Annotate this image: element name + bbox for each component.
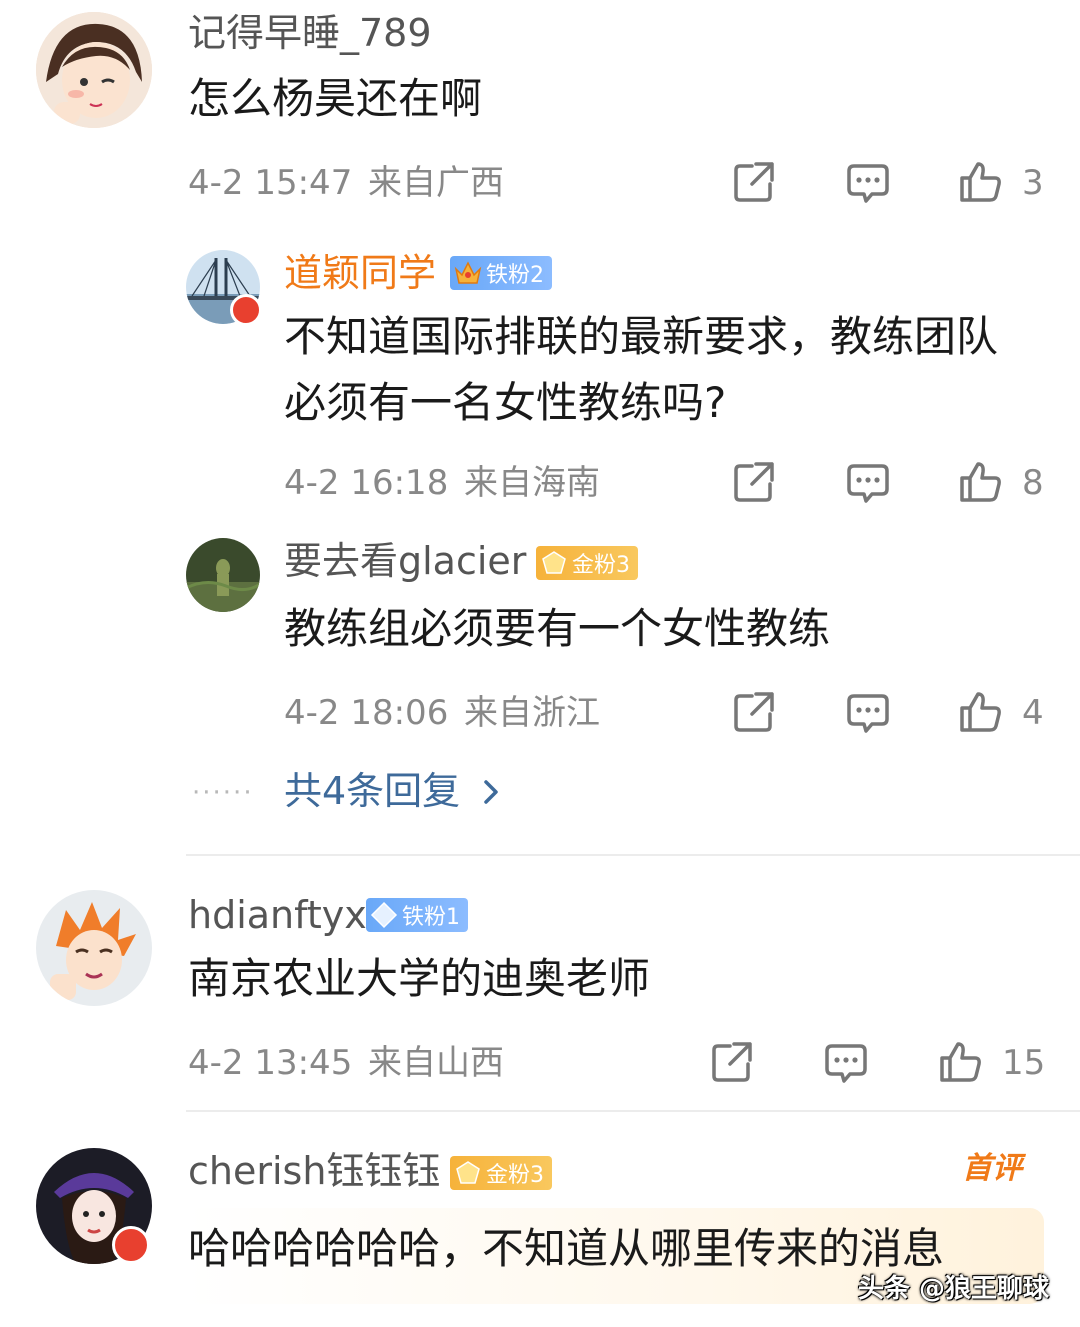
- chevron-right-icon[interactable]: [480, 776, 502, 808]
- like-icon[interactable]: [958, 460, 1002, 504]
- more-replies-link[interactable]: 共4条回复: [284, 772, 460, 810]
- like-icon[interactable]: [958, 690, 1002, 734]
- fan-badge-label: 铁粉2: [486, 263, 544, 288]
- comment-text: 怎么杨昊还在啊: [188, 74, 483, 123]
- comment-text: 哈哈哈哈哈哈，不知道从哪里传来的消息: [188, 1224, 945, 1273]
- comment-location: 来自山西: [368, 1043, 504, 1083]
- fan-badge: 铁粉1: [366, 898, 468, 932]
- fan-badge-label: 金粉3: [572, 553, 630, 578]
- fan-badge-label: 金粉3: [486, 1163, 544, 1188]
- fan-badge: 铁粉2: [450, 256, 552, 290]
- fan-badge-label: 铁粉1: [402, 905, 460, 930]
- share-icon[interactable]: [732, 460, 776, 504]
- verified-badge-icon: [112, 1226, 150, 1264]
- comment-time: 4-2 16:18: [284, 463, 449, 503]
- comment-icon[interactable]: [824, 1040, 868, 1084]
- like-icon[interactable]: [958, 160, 1002, 204]
- like-count: 3: [1022, 163, 1044, 203]
- comment-time: 4-2 13:45: [188, 1043, 353, 1083]
- username[interactable]: hdianftyx: [188, 896, 367, 934]
- fan-badge: 金粉3: [536, 546, 638, 580]
- comment-icon[interactable]: [846, 690, 890, 734]
- crown-icon: [454, 259, 482, 287]
- comment-text: 南京农业大学的迪奥老师: [188, 954, 651, 1003]
- diamond-icon: [370, 901, 398, 929]
- share-icon[interactable]: [732, 160, 776, 204]
- comment-icon[interactable]: [846, 460, 890, 504]
- more-replies-label[interactable]: 共4条回复: [284, 769, 460, 813]
- like-count: 15: [1002, 1043, 1046, 1083]
- username[interactable]: cherish钰钰钰: [188, 1152, 440, 1190]
- like-count: 8: [1022, 463, 1044, 503]
- first-comment-tag: 首评: [962, 1151, 1022, 1186]
- comment-location: 来自海南: [464, 463, 600, 503]
- gem-icon: [540, 549, 568, 577]
- avatar[interactable]: [36, 890, 152, 1006]
- comment-location: 来自广西: [368, 163, 504, 203]
- like-count: 4: [1022, 693, 1044, 733]
- username[interactable]: 要去看glacier: [284, 542, 526, 580]
- comment-time: 4-2 18:06: [284, 693, 449, 733]
- watermark: 头条 @狼王聊球: [858, 1274, 1050, 1304]
- gem-icon: [454, 1159, 482, 1187]
- avatar[interactable]: [186, 538, 260, 612]
- comment-text: 教练组必须要有一个女性教练: [284, 604, 831, 653]
- comment-text: 不知道国际排联的最新要求，教练团队必须有一名女性教练吗?: [284, 312, 999, 427]
- share-icon[interactable]: [732, 690, 776, 734]
- avatar[interactable]: [36, 12, 152, 128]
- fan-badge: 金粉3: [450, 1156, 552, 1190]
- username[interactable]: 道颖同学: [284, 254, 436, 292]
- comment-time: 4-2 15:47: [188, 163, 353, 203]
- thread-dots: ······: [192, 778, 254, 808]
- username[interactable]: 记得早睡_789: [188, 14, 432, 52]
- like-icon[interactable]: [938, 1040, 982, 1084]
- comment-icon[interactable]: [846, 160, 890, 204]
- divider: [186, 1110, 1080, 1112]
- verified-badge-icon: [230, 294, 262, 326]
- share-icon[interactable]: [710, 1040, 754, 1084]
- comment-location: 来自浙江: [464, 693, 600, 733]
- divider: [186, 854, 1080, 856]
